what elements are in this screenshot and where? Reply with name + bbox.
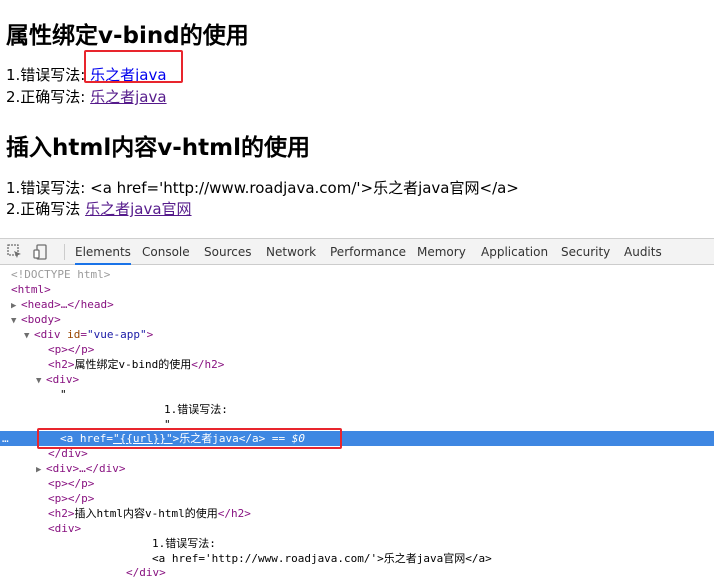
toolbar-divider [64,244,65,260]
inspect-icon[interactable] [6,243,24,261]
raw-html-text: <a href='http://www.roadjava.com/'>乐之者ja… [90,179,519,197]
raw-label: 1.错误写法: [6,179,91,197]
section2-right-line: 2.正确写法 乐之者java官网 [6,198,192,219]
tab-console[interactable]: Console [142,239,190,265]
devtools-panel: Elements Console Sources Network Perform… [0,238,714,579]
dom-node-html[interactable]: <html> [0,282,714,297]
dom-text-raw-a[interactable]: <a href='http://www.roadjava.com/'>乐之者ja… [0,551,714,566]
dom-node-h2[interactable]: <h2>属性绑定v-bind的使用</h2> [0,357,714,372]
tab-sources[interactable]: Sources [204,239,251,265]
dom-node-div-2[interactable]: <div> [0,521,714,536]
dom-node-body[interactable]: ▼ <body> [0,312,714,327]
dom-node-p2[interactable]: <p></p> [0,476,714,491]
dom-tree: <!DOCTYPE html> <html> ▶ <head>…</head> ▼… [0,266,714,580]
section2-wrong-line: 1.错误写法: <a href='http://www.roadjava.com… [6,177,519,198]
device-toggle-icon[interactable] [32,243,50,261]
right-link[interactable]: 乐之者java [90,88,166,106]
dom-node-head[interactable]: ▶ <head>…</head> [0,297,714,312]
dom-text-quote[interactable]: " [0,387,714,402]
tab-elements[interactable]: Elements [75,239,131,265]
dom-node-div-close[interactable]: </div> [0,446,714,461]
dom-node-p3[interactable]: <p></p> [0,491,714,506]
dom-node-h2-2[interactable]: <h2>插入html内容v-html的使用</h2> [0,506,714,521]
html-link[interactable]: 乐之者java官网 [85,200,191,218]
dom-node-div-collapsed[interactable]: ▶ <div>…</div> [0,461,714,476]
tab-application[interactable]: Application [481,239,548,265]
html-label: 2.正确写法 [6,200,86,218]
rendered-page: 属性绑定v-bind的使用 1.错误写法: 乐之者java 2.正确写法: 乐之… [0,0,714,238]
dom-node-doctype[interactable]: <!DOCTYPE html> [0,267,714,282]
more-options-icon[interactable]: … [2,431,9,446]
wrong-label: 1.错误写法: [6,66,91,84]
highlight-box-page [84,50,183,83]
tab-memory[interactable]: Memory [417,239,466,265]
dom-node-div-close-2[interactable]: </div> [0,565,714,580]
dom-node-vue-app[interactable]: ▼ <div id="vue-app"> [0,327,714,342]
dom-node-div[interactable]: ▼ <div> [0,372,714,387]
section1-right-line: 2.正确写法: 乐之者java [6,86,167,107]
dom-text-wrong[interactable]: 1.错误写法: [0,402,714,417]
tab-audits[interactable]: Audits [624,239,662,265]
section1-title: 属性绑定v-bind的使用 [6,23,249,49]
section2-title: 插入html内容v-html的使用 [6,135,310,161]
tab-network[interactable]: Network [266,239,316,265]
devtools-tabbar: Elements Console Sources Network Perform… [0,239,714,265]
right-label: 2.正确写法: [6,88,91,106]
dom-text-raw-wrong[interactable]: 1.错误写法: [0,536,714,551]
dom-node-p[interactable]: <p></p> [0,342,714,357]
tab-security[interactable]: Security [561,239,610,265]
tab-performance[interactable]: Performance [330,239,406,265]
